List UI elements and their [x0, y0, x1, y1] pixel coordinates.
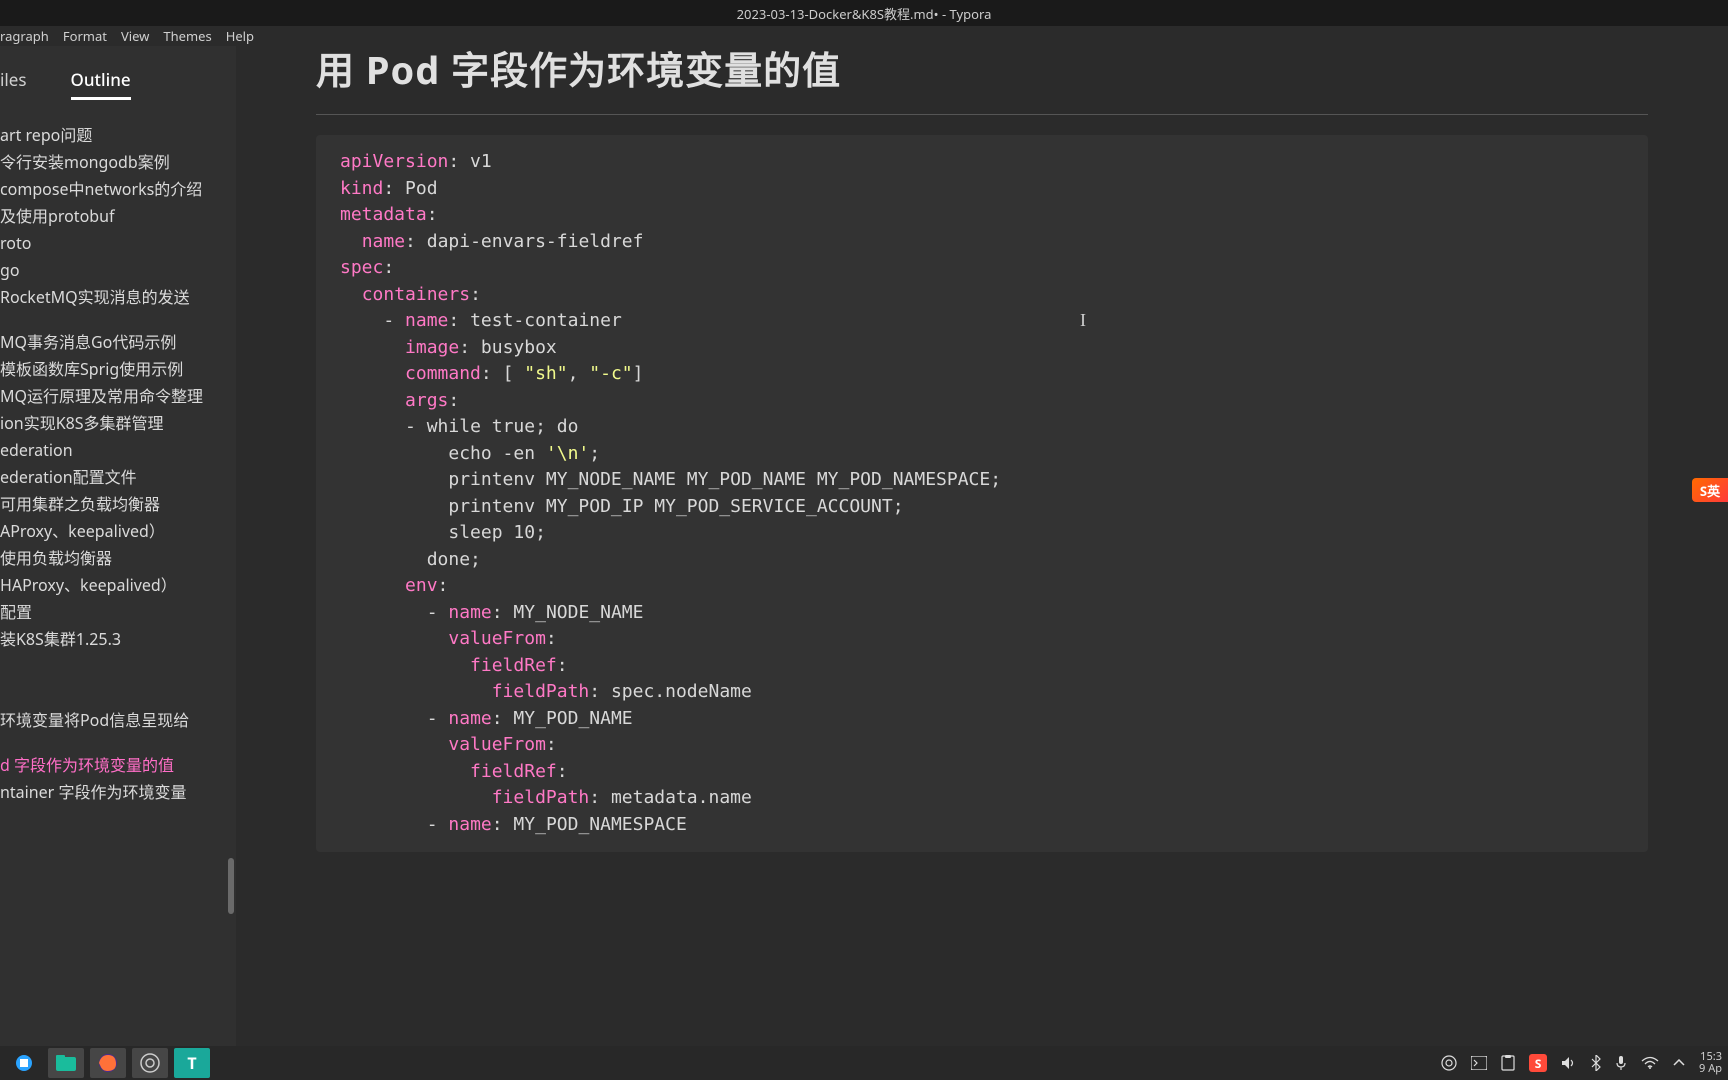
ime-badge[interactable]: S英 [1692, 478, 1728, 502]
text-cursor: I [1080, 307, 1082, 327]
bluetooth-icon[interactable] [1591, 1055, 1601, 1071]
outline-item[interactable]: 使用负载均衡器 [0, 545, 236, 572]
outline-item[interactable]: ion实现K8S多集群管理 [0, 410, 236, 437]
menu-paragraph[interactable]: ragraph [0, 27, 49, 45]
outline-item[interactable]: art repo问题 [0, 122, 236, 149]
window-title: 2023-03-13-Docker&K8S教程.md• - Typora [737, 4, 992, 23]
menubar: ragraph Format View Themes Help [0, 26, 1728, 46]
clock[interactable]: 15:3 9 Ap [1699, 1051, 1722, 1075]
obs-icon[interactable] [132, 1048, 168, 1078]
tab-files[interactable]: iles [0, 64, 27, 100]
terminal-tray-icon[interactable] [1471, 1056, 1487, 1070]
menu-view[interactable]: View [121, 27, 149, 45]
taskbar: T S 15:3 9 Ap [0, 1046, 1728, 1080]
scrollbar-thumb[interactable] [228, 858, 234, 914]
outline-item[interactable]: ederation配置文件 [0, 464, 236, 491]
outline-item[interactable]: 装K8S集群1.25.3 [0, 626, 236, 653]
outline-item[interactable]: RocketMQ实现消息的发送 [0, 284, 236, 311]
page-title: 用 Pod 字段作为环境变量的值 [316, 46, 1648, 115]
outline-item [0, 734, 236, 752]
outline-item[interactable]: ederation [0, 437, 236, 464]
outline-item[interactable]: go [0, 257, 236, 284]
menu-format[interactable]: Format [63, 27, 107, 45]
outline-item [0, 311, 236, 329]
outline-item[interactable]: AProxy、keepalived） [0, 518, 236, 545]
outline-item[interactable]: 环境变量将Pod信息呈现给 [0, 707, 236, 734]
clipboard-tray-icon[interactable] [1501, 1055, 1515, 1071]
microphone-icon[interactable] [1615, 1055, 1627, 1071]
titlebar: 2023-03-13-Docker&K8S教程.md• - Typora [0, 0, 1728, 26]
outline-item[interactable]: 配置 [0, 599, 236, 626]
menu-themes[interactable]: Themes [163, 27, 211, 45]
sidebar: iles Outline art repo问题令行安装mongodb案例comp… [0, 46, 236, 1080]
outline-item[interactable]: 及使用protobuf [0, 203, 236, 230]
outline-item[interactable]: MQ事务消息Go代码示例 [0, 329, 236, 356]
outline-item[interactable]: 可用集群之负载均衡器 [0, 491, 236, 518]
outline-item[interactable]: MQ运行原理及常用命令整理 [0, 383, 236, 410]
chevron-up-icon[interactable] [1673, 1059, 1685, 1067]
firefox-icon[interactable] [90, 1048, 126, 1078]
system-tray: S 15:3 9 Ap [1441, 1051, 1722, 1075]
content-area[interactable]: 用 Pod 字段作为环境变量的值 I apiVersion: v1 kind: … [236, 46, 1728, 1044]
outline-item[interactable]: 模板函数库Sprig使用示例 [0, 356, 236, 383]
tab-outline[interactable]: Outline [71, 64, 131, 100]
outline-item [0, 671, 236, 689]
file-manager-icon[interactable] [48, 1048, 84, 1078]
typora-icon[interactable]: T [174, 1048, 210, 1078]
obs-tray-icon[interactable] [1441, 1055, 1457, 1071]
code-content: apiVersion: v1 kind: Pod metadata: name:… [340, 149, 1624, 838]
outline-item[interactable]: ntainer 字段作为环境变量 [0, 779, 236, 806]
start-menu-icon[interactable] [6, 1048, 42, 1078]
ime-tray-icon[interactable]: S [1529, 1054, 1547, 1072]
editor-main: 用 Pod 字段作为环境变量的值 I apiVersion: v1 kind: … [236, 46, 1728, 1080]
wifi-icon[interactable] [1641, 1056, 1659, 1070]
code-block[interactable]: I apiVersion: v1 kind: Pod metadata: nam… [316, 135, 1648, 852]
outline-item[interactable]: d 字段作为环境变量的值 [0, 752, 236, 779]
outline-item [0, 689, 236, 707]
outline-item [0, 653, 236, 671]
outline-item[interactable]: roto [0, 230, 236, 257]
outline-list: art repo问题令行安装mongodb案例compose中networks的… [0, 108, 236, 1080]
volume-icon[interactable] [1561, 1056, 1577, 1070]
outline-item[interactable]: compose中networks的介绍 [0, 176, 236, 203]
menu-help[interactable]: Help [226, 27, 254, 45]
outline-item[interactable]: HAProxy、keepalived） [0, 572, 236, 599]
outline-item[interactable]: 令行安装mongodb案例 [0, 149, 236, 176]
